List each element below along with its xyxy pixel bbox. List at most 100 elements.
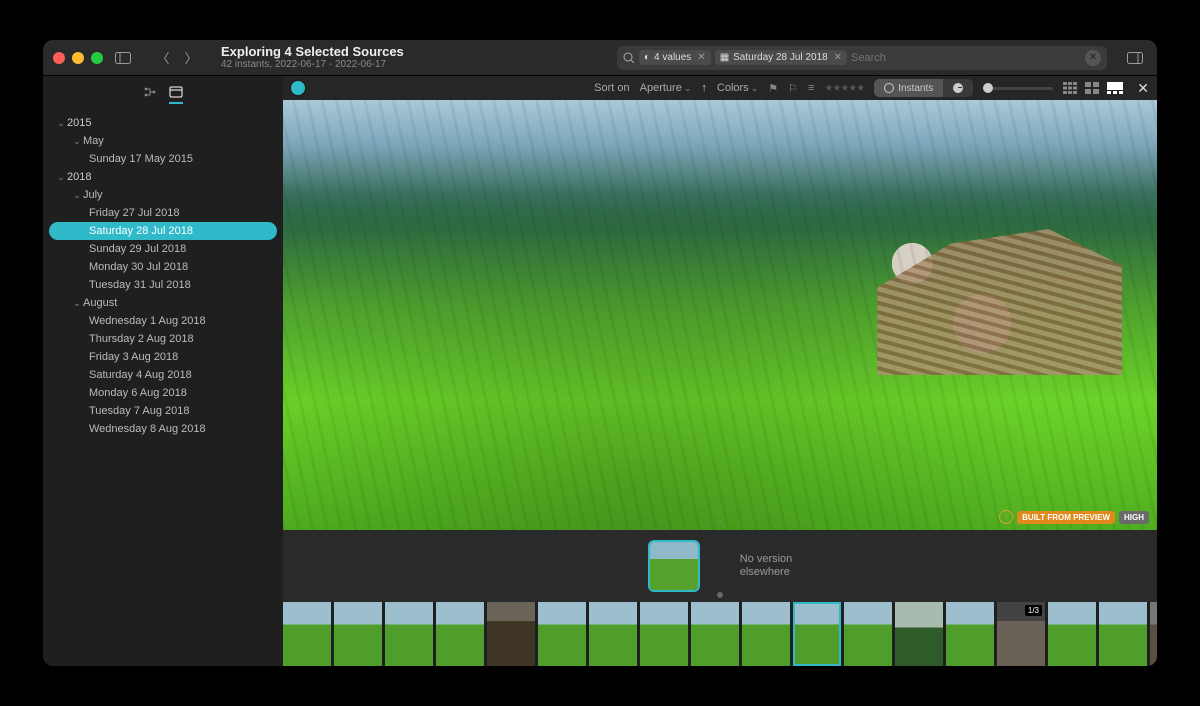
sidebar-tabs [43, 82, 283, 114]
tree-day[interactable]: Monday 6 Aug 2018 [49, 384, 277, 402]
filmstrip-thumb[interactable] [283, 602, 331, 666]
nav-forward-button[interactable]: 〉 [179, 47, 203, 69]
tree-label: Saturday 4 Aug 2018 [89, 369, 192, 381]
tree-label: Friday 3 Aug 2018 [89, 351, 178, 363]
filmstrip-thumb[interactable] [1099, 602, 1147, 666]
badge-high: HIGH [1119, 511, 1149, 524]
filter-chip-date[interactable]: ▦ Saturday 28 Jul 2018 ✕ [715, 50, 847, 65]
toggle-sidebar-button[interactable] [111, 47, 135, 69]
tree-label: Tuesday 7 Aug 2018 [89, 405, 190, 417]
filmstrip-thumb[interactable] [1048, 602, 1096, 666]
tree-day[interactable]: Thursday 2 Aug 2018 [49, 330, 277, 348]
tree-year[interactable]: ⌄2015 [49, 114, 277, 132]
sidebar-tab-calendar[interactable] [169, 86, 183, 104]
tree-day[interactable]: Saturday 4 Aug 2018 [49, 366, 277, 384]
view-grid-small-button[interactable] [1063, 82, 1077, 94]
tree-day[interactable]: Monday 30 Jul 2018 [49, 258, 277, 276]
filmstrip-thumb[interactable]: 1/3 [997, 602, 1045, 666]
view-grid-large-button[interactable] [1085, 82, 1099, 94]
chip-remove-button[interactable]: ✕ [834, 52, 842, 63]
tree-label: Friday 27 Jul 2018 [89, 207, 180, 219]
close-window-button[interactable] [53, 52, 65, 64]
search-bar[interactable]: ◐ 4 values ✕ ▦ Saturday 28 Jul 2018 ✕ ✕ [617, 46, 1107, 70]
filmstrip-thumb[interactable] [895, 602, 943, 666]
tree-day[interactable]: Saturday 28 Jul 2018 [49, 222, 277, 240]
flag-filter-icon[interactable]: ⚑ [768, 82, 778, 95]
clear-search-button[interactable]: ✕ [1085, 50, 1101, 66]
app-window: 〈 〉 Exploring 4 Selected Sources 42 inst… [43, 40, 1157, 666]
seg-clock[interactable] [943, 79, 973, 97]
tree-label: May [83, 135, 104, 147]
time-mode-segment: Instants [874, 79, 973, 97]
reject-filter-icon[interactable]: ⚐ [788, 82, 798, 95]
filmstrip-thumb[interactable] [946, 602, 994, 666]
filmstrip-thumb[interactable] [1150, 602, 1157, 666]
tree-day[interactable]: Sunday 29 Jul 2018 [49, 240, 277, 258]
tree-day[interactable]: Friday 27 Jul 2018 [49, 204, 277, 222]
thumb-stack-count: 1/3 [1025, 605, 1042, 616]
sort-label: Sort on [594, 82, 629, 94]
chevron-down-icon: ⌄ [71, 298, 83, 309]
rating-compare-icon[interactable]: ≡ [808, 82, 814, 94]
warning-icon[interactable]: ! [999, 510, 1013, 524]
tree-label: Saturday 28 Jul 2018 [89, 225, 193, 237]
tree-month[interactable]: ⌄July [49, 186, 277, 204]
close-view-button[interactable]: ✕ [1137, 80, 1149, 97]
tree-day[interactable]: Wednesday 1 Aug 2018 [49, 312, 277, 330]
tree-day[interactable]: Tuesday 31 Jul 2018 [49, 276, 277, 294]
view-toolbar: Sort on Aperture ↑ Colors ⚑ ⚐ ≡ ★★★★★ In… [283, 76, 1157, 100]
thumbnail-size-slider[interactable] [983, 87, 1053, 90]
filter-chip-aperture[interactable]: ◐ 4 values ✕ [639, 50, 711, 65]
calendar-icon: ▦ [720, 52, 729, 63]
toggle-inspector-button[interactable] [1123, 47, 1147, 69]
tree-label: July [83, 189, 103, 201]
colors-dropdown[interactable]: Colors [717, 82, 758, 94]
filmstrip-thumb[interactable] [334, 602, 382, 666]
sort-field-dropdown[interactable]: Aperture [640, 82, 692, 94]
filmstrip-thumb[interactable] [793, 602, 841, 666]
tree-day[interactable]: Tuesday 7 Aug 2018 [49, 402, 277, 420]
filmstrip-thumb[interactable] [589, 602, 637, 666]
date-tree: ⌄2015⌄MaySunday 17 May 2015⌄2018⌄JulyFri… [43, 114, 283, 438]
chip-label: 4 values [654, 52, 691, 63]
tree-year[interactable]: ⌄2018 [49, 168, 277, 186]
search-input[interactable] [851, 52, 1081, 64]
chip-remove-button[interactable]: ✕ [697, 52, 705, 63]
zoom-window-button[interactable] [91, 52, 103, 64]
filmstrip-thumb[interactable] [742, 602, 790, 666]
tree-label: Monday 30 Jul 2018 [89, 261, 188, 273]
filmstrip-thumb[interactable] [487, 602, 535, 666]
filmstrip[interactable]: 1/3 [283, 602, 1157, 666]
filmstrip-thumb[interactable] [436, 602, 484, 666]
minimize-window-button[interactable] [72, 52, 84, 64]
filmstrip-thumb[interactable] [385, 602, 433, 666]
tree-month[interactable]: ⌄May [49, 132, 277, 150]
filmstrip-thumb[interactable] [538, 602, 586, 666]
sidebar-tab-tree[interactable] [143, 86, 157, 104]
chip-label: Saturday 28 Jul 2018 [733, 52, 828, 63]
main-area: Sort on Aperture ↑ Colors ⚑ ⚐ ≡ ★★★★★ In… [283, 76, 1157, 666]
nav-back-button[interactable]: 〈 [151, 47, 175, 69]
filmstrip-thumb[interactable] [640, 602, 688, 666]
view-mode-buttons [1063, 82, 1123, 94]
sort-direction-button[interactable]: ↑ [701, 82, 707, 94]
seg-instants[interactable]: Instants [874, 79, 943, 97]
window-title: Exploring 4 Selected Sources [221, 45, 404, 59]
expand-handle-icon[interactable]: ⌄ [716, 515, 724, 526]
rating-filter[interactable]: ★★★★★ [824, 82, 864, 94]
tree-label: 2018 [67, 171, 91, 183]
filmstrip-thumb[interactable] [691, 602, 739, 666]
window-subtitle: 42 instants, 2022-06-17 - 2022-06-17 [221, 59, 404, 70]
selected-version-thumb[interactable] [648, 540, 700, 592]
tree-day[interactable]: Friday 3 Aug 2018 [49, 348, 277, 366]
tree-day[interactable]: Wednesday 8 Aug 2018 [49, 420, 277, 438]
view-filmstrip-button[interactable] [1107, 82, 1123, 94]
tree-month[interactable]: ⌄August [49, 294, 277, 312]
tree-label: Monday 6 Aug 2018 [89, 387, 187, 399]
photo-viewer[interactable]: ! BUILT FROM PREVIEW HIGH ⌄ [283, 100, 1157, 530]
source-indicator-icon[interactable] [291, 81, 305, 95]
tree-label: August [83, 297, 117, 309]
chevron-down-icon: ⌄ [55, 172, 67, 183]
filmstrip-thumb[interactable] [844, 602, 892, 666]
tree-day[interactable]: Sunday 17 May 2015 [49, 150, 277, 168]
